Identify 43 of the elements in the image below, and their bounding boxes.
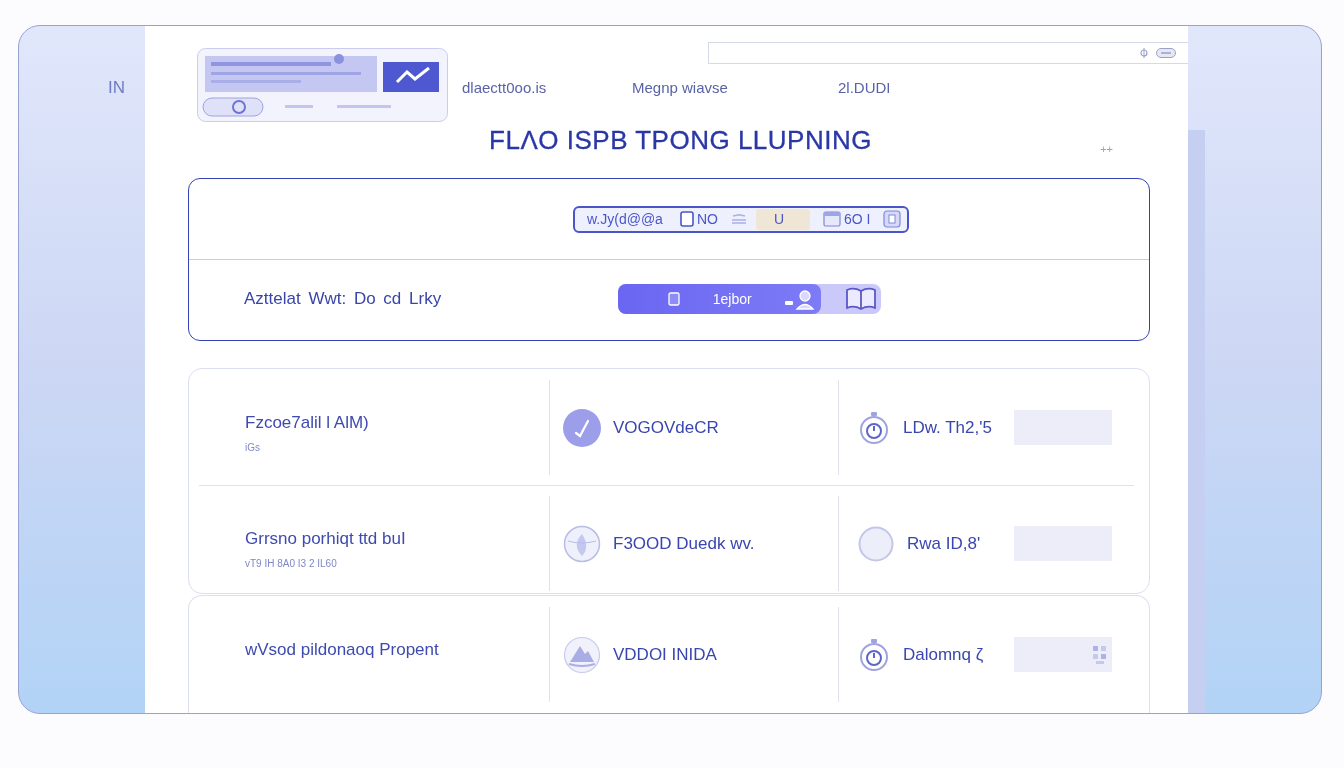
input-field[interactable] [1014,637,1112,672]
mountain-icon [563,635,601,674]
title-mark: ++ [1100,143,1113,155]
progress-label: 1ejbor [712,291,752,307]
document-icon [668,292,680,306]
square-icon[interactable] [883,210,902,228]
scrollbar-track[interactable] [1188,130,1205,713]
progress-track[interactable]: 1ejbor [618,284,881,314]
row-title: Grrsno porhiqt ttd buI [245,529,406,549]
toolbar-item[interactable]: NO [675,208,722,230]
cell-text: Rwa ID,8' [907,533,981,554]
cell-text: VOGOVdeCR [613,417,719,438]
marker-icon [1140,48,1148,58]
tick-icon [563,408,601,447]
calendar-icon [823,211,841,227]
toggle-icon [1156,48,1176,58]
circle-icon [858,525,894,562]
toolbar-item[interactable]: w.Jy(d@@a [583,208,667,230]
search-field[interactable] [708,42,1188,64]
stopwatch-icon [858,637,890,672]
row-subtitle: vT9 IH 8A0 I3 2 IL60 [245,558,337,570]
cell-text: Dalomnq ζ [903,644,984,665]
book-icon [845,287,877,311]
nav-link[interactable]: 2l.DUDI [838,79,891,97]
cell-text: F3OOD Duedk wv. [613,533,755,554]
nav-link[interactable]: Megnp wiavse [632,79,728,97]
sidebar-label: IN [108,78,125,98]
grid-icon [1092,643,1108,666]
toolbar-item[interactable]: 6O I [819,208,875,230]
globe-icon [563,524,601,563]
lines-icon[interactable] [730,214,747,224]
row-title: Fzcoe7alil l AlM) [245,413,369,433]
row-label: Azttelat Wwt: Do cd Lrky [244,289,443,309]
toolbar-item[interactable]: U [755,208,810,230]
row-subtitle: iGs [245,442,260,454]
cell-text: VDDOI INIDA [613,644,717,665]
stopwatch-icon [858,410,890,445]
person-icon [784,288,815,310]
document-icon [679,211,694,227]
row-title: wVsod pildonaoq Propent [245,640,439,660]
page-title: FLΛO ISPB TPONG LLUPNING [489,125,872,155]
cell-text: LDw. Th2,'5 [903,417,992,438]
nav-link[interactable]: dlaectt0oo.is [462,79,547,97]
